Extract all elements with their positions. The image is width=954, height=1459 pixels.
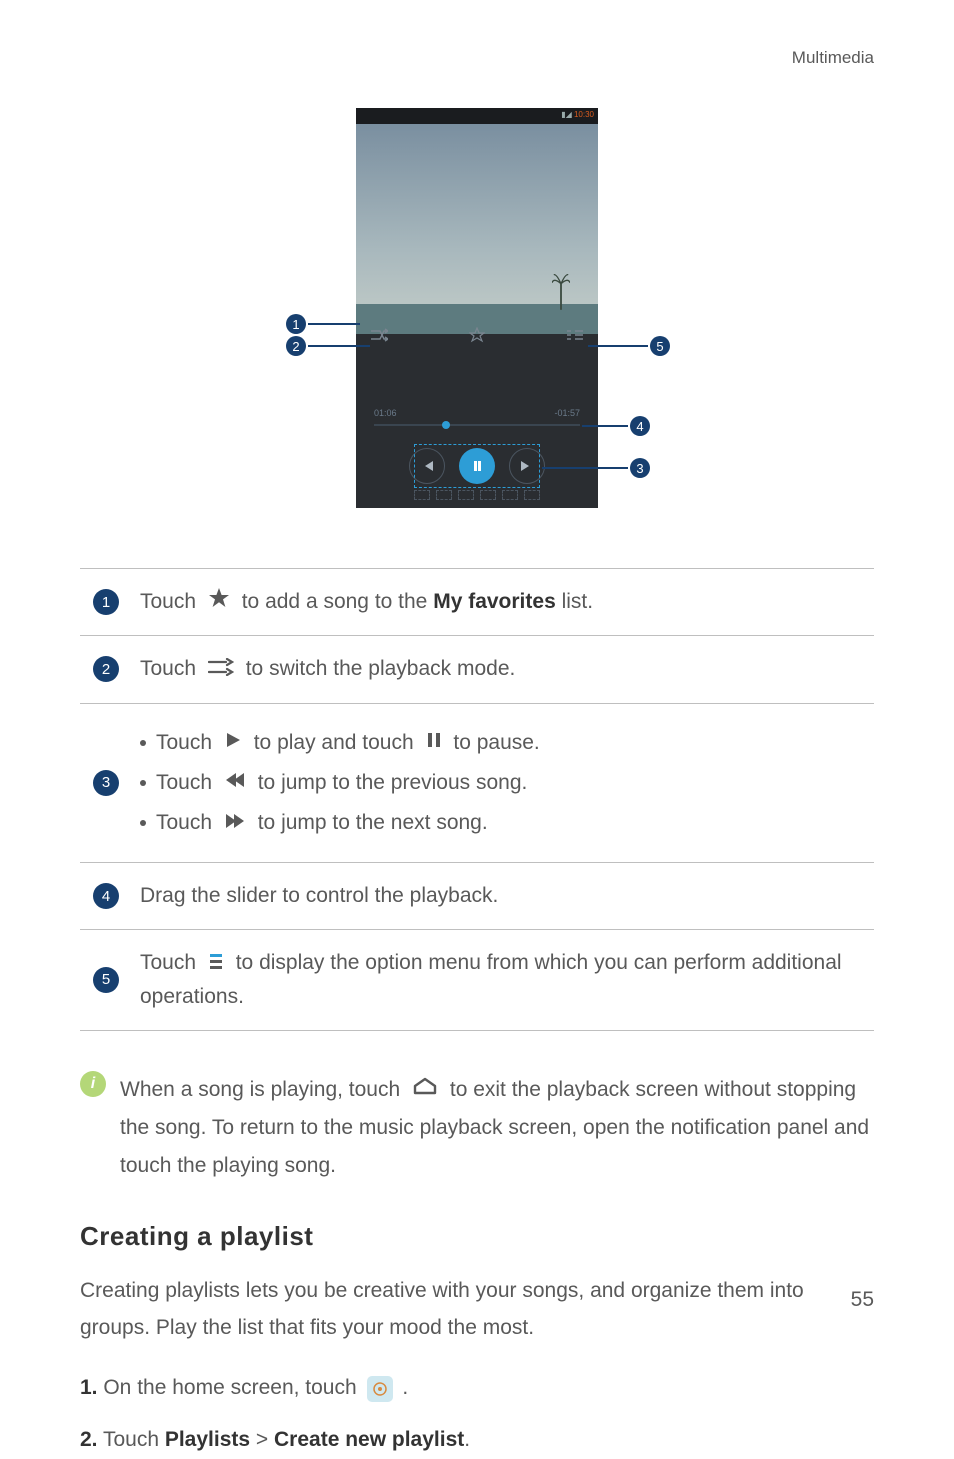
screenshot-figure: ▮◢ 10:30 01:06 -01:57 xyxy=(80,108,874,508)
status-bar: ▮◢ 10:30 xyxy=(356,108,598,124)
info-note: i When a song is playing, touch to exit … xyxy=(80,1071,874,1185)
phone-screenshot: ▮◢ 10:30 01:06 -01:57 xyxy=(356,108,598,508)
step-1: 1. On the home screen, touch . xyxy=(80,1369,874,1407)
home-icon xyxy=(412,1071,438,1109)
callout-table: 1 Touch to add a song to the My favorite… xyxy=(80,568,874,1031)
table-row: 4 Drag the slider to control the playbac… xyxy=(80,863,874,930)
section-header: Multimedia xyxy=(80,48,874,68)
step-2: 2. Touch Playlists > Create new playlist… xyxy=(80,1421,874,1459)
play-icon xyxy=(224,726,242,760)
section-heading: Creating a playlist xyxy=(80,1221,874,1252)
table-row: 2 Touch to switch the playback mode. xyxy=(80,636,874,703)
time-elapsed: 01:06 xyxy=(374,408,397,418)
shuffle-icon xyxy=(370,328,388,342)
row-num: 2 xyxy=(93,656,119,682)
next-icon xyxy=(224,807,246,841)
queue-icon xyxy=(566,328,584,342)
row-num: 4 xyxy=(93,883,119,909)
pause-icon xyxy=(426,726,442,760)
previous-icon xyxy=(224,766,246,800)
table-row: 1 Touch to add a song to the My favorite… xyxy=(80,569,874,636)
star-icon xyxy=(208,586,230,620)
menu-icon xyxy=(208,947,224,981)
section-paragraph: Creating playlists lets you be creative … xyxy=(80,1272,874,1348)
row-num: 5 xyxy=(93,967,119,993)
callout-4: 4 xyxy=(582,416,650,436)
callout-1: 1 xyxy=(286,314,360,334)
table-row: 3 Touch to play and touch to pause. Touc… xyxy=(80,703,874,863)
callout-2: 2 xyxy=(286,336,370,356)
row-num: 3 xyxy=(93,770,119,796)
star-icon-shot xyxy=(469,327,485,343)
shuffle-icon xyxy=(208,653,234,687)
page-number: 55 xyxy=(851,1288,874,1312)
row-num: 1 xyxy=(93,589,119,615)
time-remaining: -01:57 xyxy=(554,408,580,418)
callout-3: 3 xyxy=(542,458,650,478)
table-row: 5 Touch to display the option menu from … xyxy=(80,929,874,1030)
music-app-icon xyxy=(367,1376,393,1402)
info-icon: i xyxy=(80,1071,106,1097)
callout-5: 5 xyxy=(588,336,670,356)
status-time: 10:30 xyxy=(574,110,594,119)
